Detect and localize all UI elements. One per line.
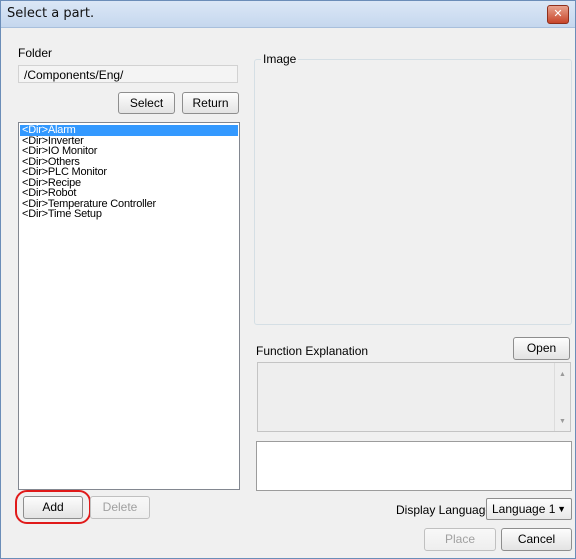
- list-item[interactable]: <Dir>IO Monitor: [20, 146, 238, 157]
- language-select[interactable]: Language 1 ▼: [486, 498, 572, 520]
- scroll-down-icon[interactable]: ▼: [555, 418, 570, 425]
- close-icon[interactable]: ✕: [547, 5, 569, 24]
- place-button[interactable]: Place: [424, 528, 496, 551]
- folder-path-field: /Components/Eng/: [18, 65, 238, 83]
- list-item[interactable]: <Dir>Time Setup: [20, 209, 238, 220]
- select-button[interactable]: Select: [118, 92, 175, 114]
- title-bar: Select a part. ✕: [1, 1, 575, 28]
- scroll-up-icon[interactable]: ▲: [555, 371, 570, 378]
- function-explanation-label: Function Explanation: [256, 344, 369, 358]
- list-item[interactable]: <Dir>Alarm: [20, 125, 238, 136]
- cancel-button[interactable]: Cancel: [501, 528, 572, 551]
- language-value: Language 1: [492, 502, 556, 516]
- image-label: Image: [261, 52, 299, 66]
- dialog-title: Select a part.: [7, 6, 95, 21]
- folder-label: Folder: [18, 46, 53, 60]
- list-item[interactable]: <Dir>PLC Monitor: [20, 167, 238, 178]
- select-part-dialog: Select a part. ✕ Folder /Components/Eng/…: [0, 0, 576, 559]
- return-button[interactable]: Return: [182, 92, 239, 114]
- chevron-down-icon: ▼: [557, 504, 566, 514]
- explanation-scrollbar[interactable]: ▲ ▼: [554, 363, 570, 431]
- parts-list[interactable]: <Dir>Alarm <Dir>Inverter <Dir>IO Monitor <D…: [18, 122, 240, 490]
- display-language-label: Display Language: [396, 503, 493, 517]
- image-panel: Image: [254, 52, 572, 325]
- add-button-highlight: [15, 490, 91, 524]
- open-button[interactable]: Open: [513, 337, 570, 360]
- delete-button[interactable]: Delete: [90, 496, 150, 519]
- list-item[interactable]: <Dir>Robot: [20, 188, 238, 199]
- part-description-box: [256, 441, 572, 491]
- function-explanation-text[interactable]: ▲ ▼: [257, 362, 571, 432]
